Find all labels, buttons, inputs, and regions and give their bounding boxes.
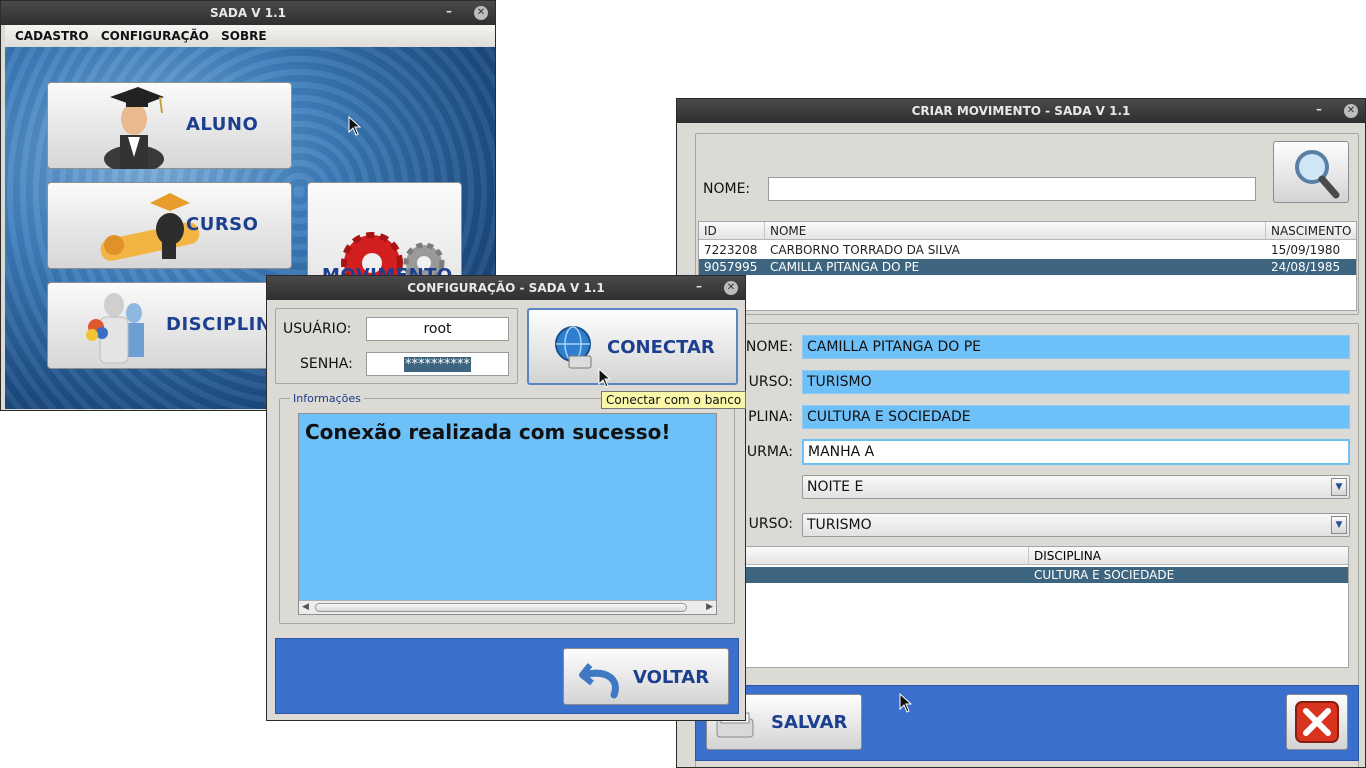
undo-arrow-icon (579, 663, 619, 699)
minimize-icon[interactable]: – (1311, 99, 1327, 123)
turno-value: NOITE E (807, 479, 864, 495)
col-nascimento[interactable]: NASCIMENTO (1271, 224, 1351, 238)
close-icon[interactable]: ✕ (724, 281, 738, 295)
menu-cadastro[interactable]: CADASTRO (15, 29, 89, 43)
turno-select[interactable]: NOITE E ▼ (802, 475, 1350, 499)
main-window-titlebar[interactable]: SADA V 1.1 – ✕ (1, 1, 495, 25)
info-textarea[interactable]: Conexão realizada com sucesso! ◀ ▶ (298, 413, 717, 615)
row-id: 9057995 (704, 260, 758, 274)
aluno-button[interactable]: ALUNO (47, 82, 292, 169)
movement-window: CRIAR MOVIMENTO - SADA V 1.1 – ✕ NOME: I… (676, 98, 1366, 768)
password-label: SENHA: (300, 356, 353, 372)
user-input[interactable]: root (366, 317, 509, 341)
curso-select[interactable]: TURISMO ▼ (802, 513, 1350, 537)
nome-field[interactable]: CAMILLA PITANGA DO PE (802, 335, 1350, 359)
save-label: SALVAR (771, 712, 848, 733)
password-input[interactable]: ********** (366, 352, 509, 376)
action-bar: SALVAR (695, 685, 1359, 761)
disciplina-field[interactable]: CULTURA E SOCIEDADE (802, 405, 1350, 429)
close-icon[interactable]: ✕ (1344, 104, 1358, 118)
menu-configuracao[interactable]: CONFIGURAÇÃO (101, 29, 209, 43)
row-nascimento: 15/09/1980 (1271, 243, 1341, 257)
scrollbar-thumb[interactable] (315, 603, 687, 612)
config-window-title: CONFIGURAÇÃO - SADA V 1.1 (407, 281, 605, 295)
table-row[interactable]: 7223208 CARBORNO TORRADO DA SILVA 15/09/… (699, 242, 1356, 258)
horizontal-scrollbar[interactable]: ◀ ▶ (299, 600, 716, 614)
main-window-title: SADA V 1.1 (209, 6, 287, 20)
table-row-selected[interactable]: 9057995 CAMILLA PITANGA DO PE 24/08/1985 (699, 259, 1356, 275)
minimize-icon[interactable]: – (441, 1, 457, 25)
close-icon (1295, 701, 1339, 743)
connect-tooltip: Conectar com o banco (601, 391, 747, 409)
scroll-right-icon[interactable]: ▶ (706, 602, 713, 612)
magnifier-icon (1295, 150, 1340, 199)
back-button[interactable]: VOLTAR (563, 648, 729, 705)
minimize-icon[interactable]: – (691, 276, 707, 300)
movement-window-title: CRIAR MOVIMENTO - SADA V 1.1 (911, 104, 1131, 118)
row-nome: CARBORNO TORRADO DA SILVA (770, 243, 960, 257)
graduate-icon (104, 87, 164, 169)
table-header: O DISCIPLINA (718, 547, 1348, 565)
globe-icon (555, 326, 592, 369)
row-nome: CAMILLA PITANGA DO PE (770, 260, 920, 274)
scroll-left-icon[interactable]: ◀ (302, 602, 309, 612)
curso-field[interactable]: TURISMO (802, 370, 1350, 394)
connect-button[interactable]: CONECTAR (527, 308, 738, 385)
back-label: VOLTAR (633, 667, 710, 688)
curso-button[interactable]: CURSO (47, 182, 292, 269)
config-window: CONFIGURAÇÃO - SADA V 1.1 – ✕ USUÁRIO: r… (266, 275, 746, 721)
menu-bar: CADASTRO CONFIGURAÇÃO SOBRE (5, 25, 495, 47)
menu-sobre[interactable]: SOBRE (221, 29, 266, 43)
course-table: O DISCIPLINA MO CULTURA E SOCIEDADE (717, 546, 1349, 668)
row-disciplina: CULTURA E SOCIEDADE (1034, 568, 1175, 582)
disciplina-button[interactable]: DISCIPLINA (47, 282, 292, 369)
student-table: ID NOME NASCIMENTO 7223208 CARBORNO TORR… (698, 221, 1357, 311)
table-header: ID NOME NASCIMENTO (699, 222, 1356, 240)
chevron-down-icon[interactable]: ▼ (1331, 516, 1347, 534)
info-group-title: Informações (290, 392, 364, 405)
col-nome[interactable]: NOME (770, 224, 806, 238)
config-action-bar: VOLTAR (275, 638, 739, 714)
aluno-label: ALUNO (186, 114, 259, 135)
curso-label: CURSO (186, 214, 259, 235)
row-id: 7223208 (704, 243, 758, 257)
curso-select-value: TURISMO (807, 517, 872, 533)
password-value: ********** (404, 357, 471, 372)
info-message: Conexão realizada com sucesso! (305, 420, 671, 444)
mouse-pointer-icon (899, 693, 913, 713)
mouse-pointer-icon (598, 368, 612, 388)
col-disciplina[interactable]: DISCIPLINA (1034, 549, 1101, 563)
connect-label: CONECTAR (607, 337, 715, 358)
mouse-pointer-icon (348, 116, 362, 136)
chevron-down-icon[interactable]: ▼ (1331, 478, 1347, 496)
movement-window-titlebar[interactable]: CRIAR MOVIMENTO - SADA V 1.1 – ✕ (677, 99, 1365, 123)
search-button[interactable] (1273, 141, 1349, 203)
search-label: NOME: (703, 181, 751, 197)
cancel-button[interactable] (1286, 694, 1348, 750)
user-label: USUÁRIO: (283, 321, 352, 337)
row-nascimento: 24/08/1985 (1271, 260, 1341, 274)
people-icon (86, 293, 144, 364)
col-id[interactable]: ID (704, 224, 717, 238)
config-window-titlebar[interactable]: CONFIGURAÇÃO - SADA V 1.1 – ✕ (267, 276, 745, 300)
close-icon[interactable]: ✕ (474, 6, 488, 20)
table-row-selected[interactable]: MO CULTURA E SOCIEDADE (718, 567, 1348, 583)
turma-input[interactable]: MANHA A (802, 439, 1350, 465)
search-input[interactable] (768, 177, 1256, 201)
